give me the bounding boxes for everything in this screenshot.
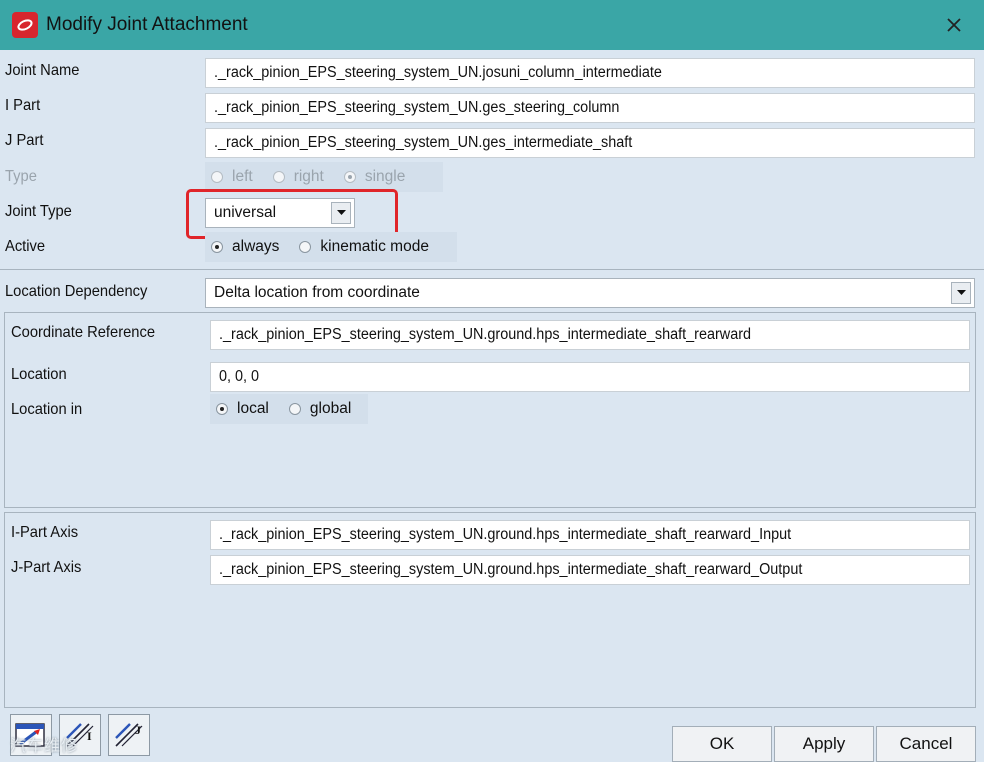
location-dependency-label: Location Dependency <box>5 283 148 300</box>
i-part-axis-value: ._rack_pinion_EPS_steering_system_UN.gro… <box>219 526 792 543</box>
j-part-axis-value: ._rack_pinion_EPS_steering_system_UN.gro… <box>219 561 803 578</box>
coordinate-reference-value: ._rack_pinion_EPS_steering_system_UN.gro… <box>219 326 752 343</box>
location-label: Location <box>11 366 67 383</box>
type-single-label: single <box>364 168 406 185</box>
chevron-down-icon <box>956 290 966 295</box>
i-part-axis-field[interactable]: ._rack_pinion_EPS_steering_system_UN.gro… <box>210 520 970 550</box>
title-bar: Modify Joint Attachment <box>0 0 984 50</box>
location-dependency-select[interactable]: Delta location from coordinate <box>205 278 975 308</box>
active-kinematic-label[interactable]: kinematic mode <box>320 238 429 256</box>
joint-type-value: universal <box>214 204 277 221</box>
i-part-value: ._rack_pinion_EPS_steering_system_UN.ges… <box>214 99 620 116</box>
type-right-radio <box>272 171 285 183</box>
tool-i-letter: I <box>87 729 92 743</box>
location-in-radio-group: local global <box>210 394 368 424</box>
j-part-field[interactable]: ._rack_pinion_EPS_steering_system_UN.ges… <box>205 128 975 158</box>
type-single-radio <box>343 171 356 183</box>
tool-button-3[interactable]: J <box>108 714 150 756</box>
location-value: 0, 0, 0 <box>219 368 260 385</box>
app-logo-icon <box>12 12 38 38</box>
location-field[interactable]: 0, 0, 0 <box>210 362 970 392</box>
tool-j-letter: J <box>135 723 141 737</box>
type-left-radio <box>211 171 223 183</box>
joint-name-field[interactable]: ._rack_pinion_EPS_steering_system_UN.jos… <box>205 58 975 88</box>
active-always-label[interactable]: always <box>232 238 279 256</box>
location-in-global-radio[interactable] <box>288 403 301 415</box>
type-label: Type <box>5 168 37 185</box>
j-part-axis-label: J-Part Axis <box>11 559 82 576</box>
close-icon <box>947 18 961 32</box>
j-marker-icon: J <box>115 723 143 747</box>
j-part-label: J Part <box>5 132 44 149</box>
joint-name-value: ._rack_pinion_EPS_steering_system_UN.jos… <box>214 64 662 81</box>
i-part-label: I Part <box>5 97 41 114</box>
active-label: Active <box>5 238 46 255</box>
dialog-body: Joint Name ._rack_pinion_EPS_steering_sy… <box>0 50 984 762</box>
chevron-down-icon <box>336 210 346 215</box>
cancel-button[interactable]: Cancel <box>876 726 976 762</box>
type-right-label: right <box>293 168 324 185</box>
type-radio-group: left right single <box>205 162 443 192</box>
type-left-label: left <box>232 168 253 185</box>
location-in-local-radio[interactable] <box>216 403 228 415</box>
location-in-label: Location in <box>11 401 83 418</box>
joint-type-dropdown-button[interactable] <box>331 202 351 224</box>
apply-button[interactable]: Apply <box>774 726 874 762</box>
j-part-axis-field[interactable]: ._rack_pinion_EPS_steering_system_UN.gro… <box>210 555 970 585</box>
active-radio-group: always kinematic mode <box>205 232 457 262</box>
i-part-field[interactable]: ._rack_pinion_EPS_steering_system_UN.ges… <box>205 93 975 123</box>
joint-name-label: Joint Name <box>5 62 80 79</box>
coordinate-reference-field[interactable]: ._rack_pinion_EPS_steering_system_UN.gro… <box>210 320 970 350</box>
watermark: 汽车维修 <box>10 738 79 755</box>
location-dependency-value: Delta location from coordinate <box>214 284 420 301</box>
coordinate-reference-label: Coordinate Reference <box>11 324 156 341</box>
joint-type-select[interactable]: universal <box>205 198 355 228</box>
active-always-radio[interactable] <box>211 241 223 253</box>
location-dependency-dropdown-button[interactable] <box>951 282 971 304</box>
i-part-axis-label: I-Part Axis <box>11 524 79 541</box>
window-title: Modify Joint Attachment <box>46 14 248 35</box>
location-in-local-label[interactable]: local <box>237 400 269 418</box>
j-part-value: ._rack_pinion_EPS_steering_system_UN.ges… <box>214 134 633 151</box>
close-button[interactable] <box>938 9 970 41</box>
joint-type-label: Joint Type <box>5 203 72 220</box>
separator <box>0 269 984 270</box>
location-in-global-label[interactable]: global <box>310 400 351 418</box>
ok-button[interactable]: OK <box>672 726 772 762</box>
active-kinematic-radio[interactable] <box>299 241 312 253</box>
